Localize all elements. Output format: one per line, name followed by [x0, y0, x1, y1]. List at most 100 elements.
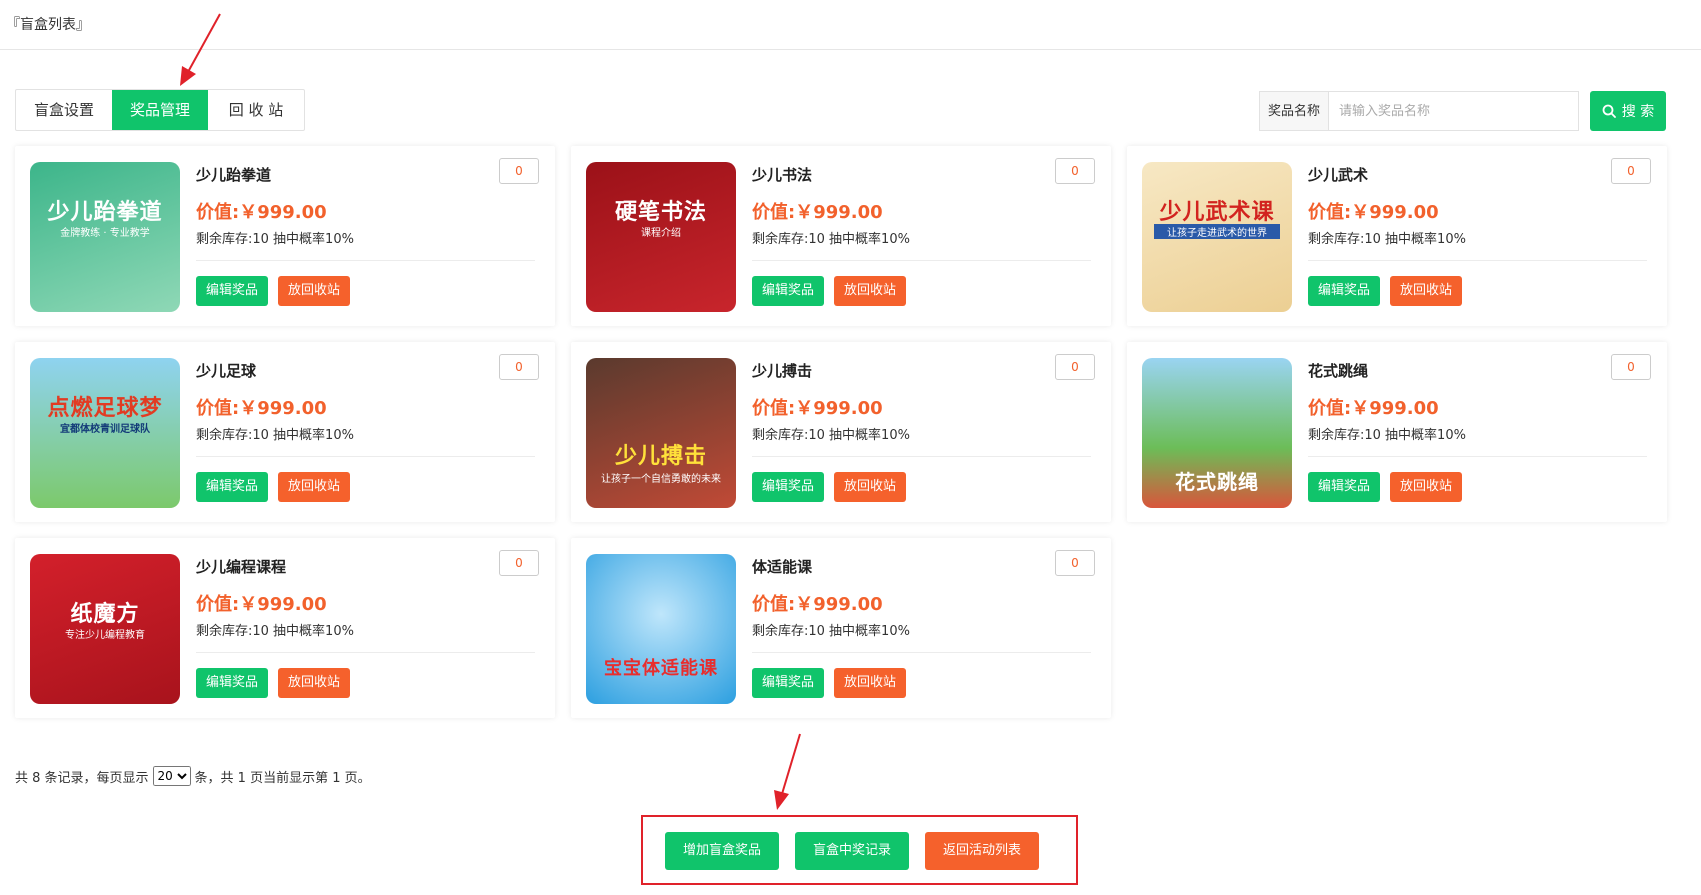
divider — [196, 260, 535, 261]
prize-price: 价值:￥999.00 — [1308, 202, 1439, 223]
prize-thumbnail: 花式跳绳 — [1142, 358, 1292, 508]
edit-prize-button[interactable]: 编辑奖品 — [1308, 472, 1381, 502]
recycle-prize-button[interactable]: 放回收站 — [278, 668, 351, 698]
quantity-input[interactable] — [499, 550, 539, 576]
prize-card: 硬笔书法 课程介绍 少儿书法 价值:￥999.00 剩余库存:10 抽中概率10… — [571, 146, 1111, 326]
prize-thumbnail: 少儿搏击 让孩子一个自信勇敢的未来 — [586, 358, 736, 508]
thumbnail-subtitle: 课程介绍 — [641, 228, 681, 239]
recycle-prize-button[interactable]: 放回收站 — [278, 276, 351, 306]
prize-price: 价值:￥999.00 — [752, 398, 883, 419]
quantity-input[interactable] — [499, 158, 539, 184]
prize-name: 少儿搏击 — [752, 362, 813, 380]
prize-stock: 剩余库存:10 抽中概率10% — [196, 232, 354, 247]
tab-bar: 盲盒设置 奖品管理 回 收 站 — [15, 89, 305, 131]
thumbnail-subtitle: 让孩子走进武术的世界 — [1154, 224, 1280, 239]
tab-prize-management[interactable]: 奖品管理 — [112, 90, 208, 130]
divider — [1308, 456, 1647, 457]
thumbnail-title: 点燃足球梦 — [47, 396, 163, 421]
prize-card: 少儿武术课 让孩子走进武术的世界 少儿武术 价值:￥999.00 剩余库存:10… — [1127, 146, 1667, 326]
prize-stock: 剩余库存:10 抽中概率10% — [752, 232, 910, 247]
edit-prize-button[interactable]: 编辑奖品 — [752, 668, 825, 698]
pagination-info: 共 8 条记录，每页显示 20 条，共 1 页当前显示第 1 页。 — [15, 766, 371, 786]
prize-name: 花式跳绳 — [1308, 362, 1369, 380]
annotation-arrow-icon — [180, 13, 221, 86]
search-icon — [1602, 104, 1616, 118]
prize-card: 花式跳绳 花式跳绳 价值:￥999.00 剩余库存:10 抽中概率10% 编辑奖… — [1127, 342, 1667, 522]
search-label: 奖品名称 — [1259, 91, 1329, 131]
back-to-activity-list-button[interactable]: 返回活动列表 — [925, 832, 1040, 870]
prize-stock: 剩余库存:10 抽中概率10% — [196, 624, 354, 639]
prize-card: 纸魔方 专注少儿编程教育 少儿编程课程 价值:￥999.00 剩余库存:10 抽… — [15, 538, 555, 718]
divider — [196, 456, 535, 457]
recycle-prize-button[interactable]: 放回收站 — [1390, 276, 1463, 306]
edit-prize-button[interactable]: 编辑奖品 — [752, 472, 825, 502]
prize-stock: 剩余库存:10 抽中概率10% — [752, 624, 910, 639]
search-button-label: 搜 索 — [1621, 104, 1655, 120]
thumbnail-title: 宝宝体适能课 — [604, 658, 718, 679]
search-input[interactable] — [1329, 91, 1579, 131]
thumbnail-title: 花式跳绳 — [1175, 470, 1259, 494]
recycle-prize-button[interactable]: 放回收站 — [834, 276, 907, 306]
thumbnail-title: 硬笔书法 — [614, 200, 707, 225]
thumbnail-title: 少儿跆拳道 — [47, 200, 163, 225]
quantity-input[interactable] — [1055, 158, 1095, 184]
tab-blindbox-settings[interactable]: 盲盒设置 — [16, 90, 112, 130]
title-bar: 『盲盒列表』 — [0, 0, 1701, 50]
prize-card: 少儿跆拳道 金牌教练 · 专业教学 少儿跆拳道 价值:￥999.00 剩余库存:… — [15, 146, 555, 326]
thumbnail-subtitle: 专注少儿编程教育 — [65, 630, 145, 641]
prize-price: 价值:￥999.00 — [196, 202, 327, 223]
prize-stock: 剩余库存:10 抽中概率10% — [1308, 428, 1466, 443]
quantity-input[interactable] — [1055, 354, 1095, 380]
page-size-select[interactable]: 20 — [152, 766, 191, 786]
prize-price: 价值:￥999.00 — [1308, 398, 1439, 419]
annotation-arrow-icon — [774, 733, 801, 810]
thumbnail-title: 纸魔方 — [70, 602, 140, 627]
prize-thumbnail: 宝宝体适能课 — [586, 554, 736, 704]
edit-prize-button[interactable]: 编辑奖品 — [196, 276, 269, 306]
prize-stock: 剩余库存:10 抽中概率10% — [752, 428, 910, 443]
prize-name: 少儿跆拳道 — [196, 166, 272, 184]
prize-thumbnail: 硬笔书法 课程介绍 — [586, 162, 736, 312]
add-blindbox-prize-button[interactable]: 增加盲盒奖品 — [665, 832, 780, 870]
divider — [196, 652, 535, 653]
thumbnail-subtitle: 让孩子一个自信勇敢的未来 — [601, 474, 721, 485]
quantity-input[interactable] — [1611, 158, 1651, 184]
recycle-prize-button[interactable]: 放回收站 — [278, 472, 351, 502]
quantity-input[interactable] — [1611, 354, 1651, 380]
prize-card: 点燃足球梦 宜都体校青训足球队 少儿足球 价值:￥999.00 剩余库存:10 … — [15, 342, 555, 522]
blindbox-winning-records-button[interactable]: 盲盒中奖记录 — [795, 832, 910, 870]
prize-name: 体适能课 — [752, 558, 813, 576]
search-button[interactable]: 搜 索 — [1590, 91, 1666, 131]
prize-name: 少儿编程课程 — [196, 558, 287, 576]
prize-thumbnail: 少儿跆拳道 金牌教练 · 专业教学 — [30, 162, 180, 312]
pagination-prefix: 共 8 条记录，每页显示 — [15, 770, 149, 786]
edit-prize-button[interactable]: 编辑奖品 — [196, 472, 269, 502]
prize-card: 少儿搏击 让孩子一个自信勇敢的未来 少儿搏击 价值:￥999.00 剩余库存:1… — [571, 342, 1111, 522]
prize-thumbnail: 纸魔方 专注少儿编程教育 — [30, 554, 180, 704]
thumbnail-subtitle: 金牌教练 · 专业教学 — [60, 228, 150, 239]
edit-prize-button[interactable]: 编辑奖品 — [196, 668, 269, 698]
page: 『盲盒列表』 盲盒设置 奖品管理 回 收 站 奖品名称 搜 索 少儿跆拳道 金牌… — [0, 0, 1701, 895]
prize-price: 价值:￥999.00 — [752, 202, 883, 223]
page-title: 『盲盒列表』 — [6, 17, 90, 33]
search-group: 奖品名称 — [1259, 91, 1579, 131]
divider — [1308, 260, 1647, 261]
divider — [752, 456, 1091, 457]
recycle-prize-button[interactable]: 放回收站 — [1390, 472, 1463, 502]
thumbnail-subtitle: 宜都体校青训足球队 — [60, 424, 150, 435]
prize-price: 价值:￥999.00 — [196, 398, 327, 419]
pagination-suffix: 条，共 1 页当前显示第 1 页。 — [194, 770, 371, 786]
prize-name: 少儿武术 — [1308, 166, 1369, 184]
edit-prize-button[interactable]: 编辑奖品 — [752, 276, 825, 306]
edit-prize-button[interactable]: 编辑奖品 — [1308, 276, 1381, 306]
quantity-input[interactable] — [499, 354, 539, 380]
prize-name: 少儿书法 — [752, 166, 813, 184]
prize-card: 宝宝体适能课 体适能课 价值:￥999.00 剩余库存:10 抽中概率10% 编… — [571, 538, 1111, 718]
tab-recycle-bin[interactable]: 回 收 站 — [208, 90, 304, 130]
quantity-input[interactable] — [1055, 550, 1095, 576]
thumbnail-title: 少儿武术课 — [1159, 200, 1275, 225]
prize-price: 价值:￥999.00 — [752, 594, 883, 615]
prize-thumbnail: 点燃足球梦 宜都体校青训足球队 — [30, 358, 180, 508]
recycle-prize-button[interactable]: 放回收站 — [834, 472, 907, 502]
recycle-prize-button[interactable]: 放回收站 — [834, 668, 907, 698]
